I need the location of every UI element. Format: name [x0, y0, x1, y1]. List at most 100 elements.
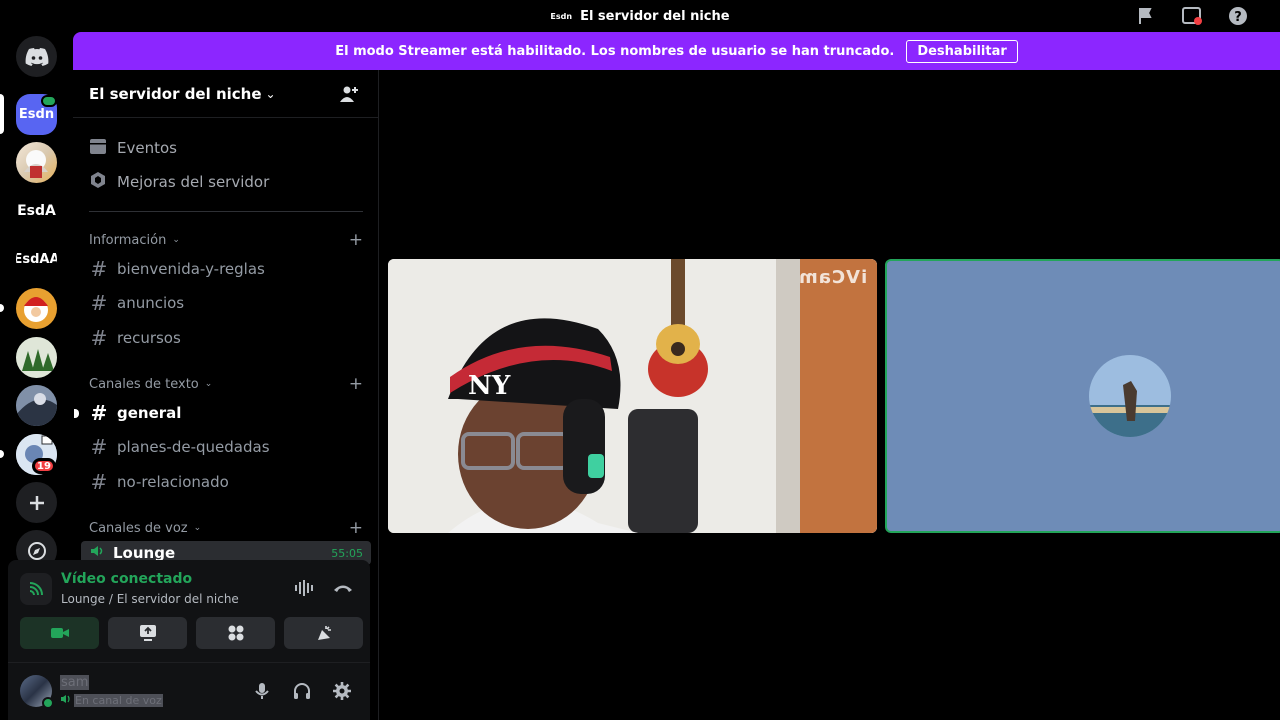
category-label: Canales de voz [89, 520, 188, 536]
channel-label: general [117, 404, 182, 422]
channel-recursos[interactable]: # recursos [89, 322, 363, 354]
voice-connection-panel: Vídeo conectado Lounge / El servidor del… [8, 560, 370, 662]
streamer-mode-banner: El modo Streamer está habilitado. Los no… [73, 32, 1280, 70]
add-server-icon[interactable] [16, 482, 57, 523]
server-header[interactable]: El servidor del niche ⌄ [73, 70, 379, 118]
hash-icon: # [90, 291, 108, 315]
guild-anime-avatar[interactable] [16, 142, 57, 183]
sidebar-divider [89, 211, 363, 212]
channel-label: recursos [117, 329, 181, 347]
voice-panel-actions [294, 578, 354, 602]
guild-esda-label: EsdA [17, 202, 56, 219]
server-name: El servidor del niche [89, 84, 262, 103]
webcam-image: NY [388, 259, 877, 533]
category-label: Información [89, 232, 167, 248]
hash-icon: # [90, 470, 108, 494]
soundboard-button[interactable] [284, 617, 363, 649]
camera-video-tile[interactable]: NY iVCam [388, 259, 877, 533]
add-channel-icon[interactable]: + [349, 374, 363, 394]
mention-badge: 19 [32, 458, 56, 474]
guild-santa-avatar[interactable] [16, 288, 57, 329]
chevron-down-icon: ⌄ [172, 235, 180, 245]
add-channel-icon[interactable]: + [349, 230, 363, 250]
channel-general[interactable]: # general [74, 397, 363, 429]
user-avatar [1089, 355, 1171, 437]
online-status-icon [42, 697, 54, 709]
discord-home-icon[interactable] [16, 36, 57, 77]
speaking-user-tile[interactable] [885, 259, 1280, 533]
channel-label: anuncios [117, 294, 185, 312]
speaker-icon [60, 693, 72, 708]
channel-anuncios[interactable]: # anuncios [89, 287, 363, 319]
chevron-down-icon: ⌄ [204, 379, 213, 389]
disconnect-icon[interactable] [332, 578, 354, 602]
voice-timer: 55:05 [331, 546, 363, 560]
unread-pill-2 [0, 450, 4, 458]
titlebar-actions: ? [1134, 4, 1250, 28]
channel-planes-de-quedadas[interactable]: # planes-de-quedadas [89, 431, 363, 463]
disable-streamer-button[interactable]: Deshabilitar [906, 39, 1018, 63]
server-boost-item[interactable]: Mejoras del servidor [89, 166, 269, 198]
invite-people-icon[interactable] [339, 84, 359, 108]
headphones-icon[interactable] [292, 681, 312, 705]
flag-icon[interactable] [1134, 4, 1158, 28]
hash-icon: # [90, 326, 108, 350]
calendar-icon [89, 137, 107, 159]
share-screen-button[interactable] [108, 617, 187, 649]
voice-action-buttons [20, 617, 363, 649]
avatar[interactable] [20, 675, 54, 709]
boosts-label: Mejoras del servidor [117, 173, 270, 191]
guild-trees-avatar[interactable] [16, 337, 57, 378]
inbox-icon[interactable] [1180, 4, 1204, 28]
category-label: Canales de texto [89, 376, 199, 392]
title-wrap: Esdn El servidor del niche [0, 0, 1280, 32]
boost-gem-icon [89, 171, 107, 193]
title-bar: Esdn El servidor del niche ? [0, 0, 1280, 32]
channel-label: bienvenida-y-reglas [117, 260, 265, 278]
channel-label: no-relacionado [117, 473, 229, 491]
guild-esda[interactable]: EsdA [16, 190, 57, 231]
chevron-down-icon: ⌄ [265, 86, 276, 101]
user-panel: sam En canal de voz [8, 662, 370, 720]
noise-suppression-icon[interactable] [294, 578, 316, 602]
video-stage: NY iVCam [380, 70, 1280, 720]
chevron-down-icon: ⌄ [193, 523, 202, 533]
username[interactable]: sam [60, 675, 90, 690]
hash-icon: # [90, 257, 108, 281]
activities-button[interactable] [196, 617, 275, 649]
ivcam-watermark: iVCam [797, 267, 867, 288]
voice-location[interactable]: Lounge / El servidor del niche [61, 592, 239, 606]
banner-text: El modo Streamer está habilitado. Los no… [335, 43, 895, 59]
guild-esdaa[interactable]: EsdAA [16, 239, 57, 280]
unread-indicator [74, 408, 79, 418]
add-channel-icon[interactable]: + [349, 518, 363, 538]
camera-button[interactable] [20, 617, 99, 649]
unread-pill [0, 304, 4, 312]
events-item[interactable]: Eventos [89, 132, 177, 164]
svg-text:?: ? [1234, 10, 1242, 25]
user-status: En canal de voz [60, 693, 163, 708]
voice-status: Vídeo conectado [61, 571, 193, 587]
channel-bienvenida-y-reglas[interactable]: # bienvenida-y-reglas [89, 253, 363, 285]
category-informacion[interactable]: Información ⌄ + [89, 230, 363, 250]
connection-signal-icon[interactable] [20, 573, 52, 605]
category-canales-de-texto[interactable]: Canales de texto ⌄ + [89, 374, 363, 394]
hash-icon: # [90, 401, 108, 425]
user-status-text: En canal de voz [74, 694, 163, 707]
selected-server-pill [0, 94, 4, 134]
microphone-icon[interactable] [252, 681, 272, 705]
window-title: El servidor del niche [580, 8, 730, 24]
title-server-icon: Esdn [550, 11, 573, 21]
guild-art-avatar[interactable] [16, 385, 57, 426]
channel-no-relacionado[interactable]: # no-relacionado [89, 466, 363, 498]
events-label: Eventos [117, 139, 177, 157]
svg-text:NY: NY [468, 371, 511, 401]
channel-label: planes-de-quedadas [117, 438, 270, 456]
help-icon[interactable]: ? [1226, 4, 1250, 28]
guild-esdn-label: Esdn [18, 107, 55, 122]
category-canales-de-voz[interactable]: Canales de voz ⌄ + [89, 518, 363, 538]
guild-esdn-status-icon [41, 95, 57, 107]
settings-gear-icon[interactable] [332, 681, 352, 705]
user-actions [252, 681, 352, 705]
guild-esdaa-label: EsdAA [16, 252, 57, 267]
